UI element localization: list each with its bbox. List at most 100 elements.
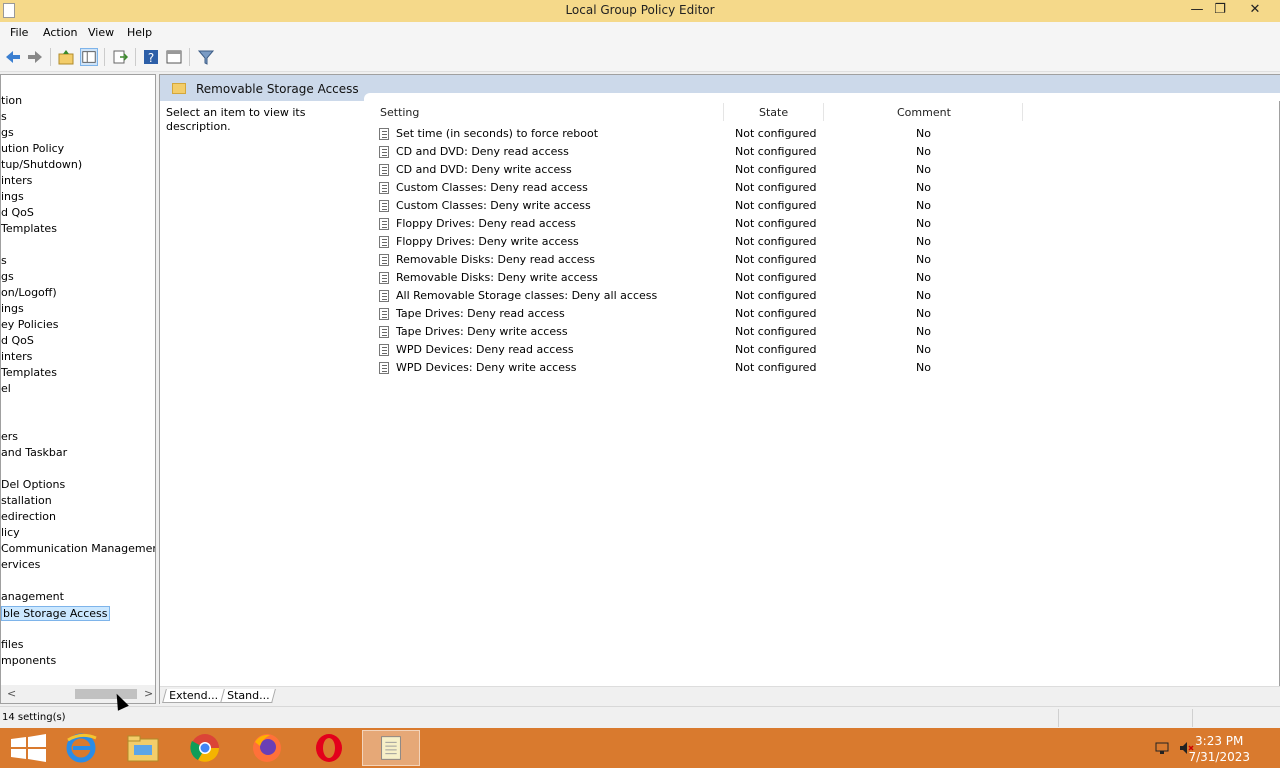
policy-setting-icon xyxy=(379,272,389,284)
tree-item[interactable]: ervices xyxy=(1,558,40,571)
tab-standard[interactable]: Stand... xyxy=(220,689,277,703)
tree-item[interactable]: ings xyxy=(1,190,24,203)
scroll-right-icon[interactable]: > xyxy=(144,687,153,700)
policy-setting-icon xyxy=(379,146,389,158)
setting-state: Not configured xyxy=(735,361,817,374)
policy-setting-icon xyxy=(379,128,389,140)
policy-setting-icon xyxy=(379,200,389,212)
tree-item[interactable]: el xyxy=(1,382,11,395)
tree-item[interactable]: on/Logoff) xyxy=(1,286,57,299)
table-row[interactable]: Tape Drives: Deny write access Not config… xyxy=(378,323,1278,341)
setting-state: Not configured xyxy=(735,307,817,320)
scroll-left-icon[interactable]: < xyxy=(7,687,16,700)
setting-state: Not configured xyxy=(735,235,817,248)
navigation-tree[interactable]: tion s gs ution Policy tup/Shutdown) inters in… xyxy=(0,74,156,704)
system-clock[interactable]: 3:23 PM 7/31/2023 xyxy=(1188,733,1250,765)
tree-item[interactable]: tup/Shutdown) xyxy=(1,158,82,171)
tree-item[interactable]: files xyxy=(1,638,23,651)
menu-file[interactable]: File xyxy=(10,26,28,39)
menu-help[interactable]: Help xyxy=(127,26,152,39)
tree-item-selected[interactable]: ble Storage Access xyxy=(1,606,110,621)
firefox-icon[interactable] xyxy=(238,730,296,766)
setting-name: CD and DVD: Deny write access xyxy=(396,163,572,176)
table-row[interactable]: Removable Disks: Deny write access Not co… xyxy=(378,269,1278,287)
setting-comment: No xyxy=(916,289,931,302)
column-header-state[interactable]: State xyxy=(759,106,788,119)
tree-item[interactable]: edirection xyxy=(1,510,56,523)
forward-arrow-icon[interactable] xyxy=(26,48,44,66)
tree-item[interactable]: inters xyxy=(1,174,32,187)
start-icon[interactable] xyxy=(0,730,58,766)
tree-item[interactable]: Communication Managemer xyxy=(1,542,155,555)
setting-state: Not configured xyxy=(735,325,817,338)
table-row[interactable]: All Removable Storage classes: Deny all … xyxy=(378,287,1278,305)
table-row[interactable]: Custom Classes: Deny write access Not con… xyxy=(378,197,1278,215)
tree-item[interactable]: ings xyxy=(1,302,24,315)
tab-extended[interactable]: Extend... xyxy=(162,689,225,703)
help-icon[interactable]: ? xyxy=(142,48,160,66)
table-row[interactable]: Custom Classes: Deny read access Not conf… xyxy=(378,179,1278,197)
tree-item[interactable]: and Taskbar xyxy=(1,446,67,459)
setting-name: Floppy Drives: Deny read access xyxy=(396,217,576,230)
table-row[interactable]: CD and DVD: Deny read access Not configur… xyxy=(378,143,1278,161)
tree-item[interactable]: anagement xyxy=(1,590,64,603)
svg-text:?: ? xyxy=(148,51,154,65)
tree-item[interactable]: licy xyxy=(1,526,20,539)
setting-name: Removable Disks: Deny read access xyxy=(396,253,596,266)
title-bar: Local Group Policy Editor — ❐ ✕ xyxy=(0,0,1280,22)
tree-horizontal-scrollbar[interactable]: < > xyxy=(1,685,155,703)
tree-item[interactable]: Templates xyxy=(1,222,57,235)
close-button[interactable]: ✕ xyxy=(1240,0,1270,22)
tree-item[interactable]: stallation xyxy=(1,494,52,507)
show-hide-tree-icon[interactable] xyxy=(80,48,98,66)
setting-name: Removable Disks: Deny write access xyxy=(396,271,598,284)
setting-state: Not configured xyxy=(735,253,817,266)
folder-header: Removable Storage Access xyxy=(160,75,1280,101)
status-bar: 14 setting(s) xyxy=(0,706,1280,728)
tree-item[interactable]: d QoS xyxy=(1,206,34,219)
tree-item[interactable]: s xyxy=(1,254,7,267)
table-row[interactable]: WPD Devices: Deny write access Not config… xyxy=(378,359,1278,377)
table-row[interactable]: Floppy Drives: Deny read access Not confi… xyxy=(378,215,1278,233)
network-icon[interactable] xyxy=(1154,740,1170,756)
policy-setting-icon xyxy=(379,326,389,338)
column-header-setting[interactable]: Setting xyxy=(380,106,419,119)
tree-item[interactable]: ers xyxy=(1,430,18,443)
filter-icon[interactable] xyxy=(197,48,215,66)
export-list-icon[interactable] xyxy=(111,48,129,66)
restore-button[interactable]: ❐ xyxy=(1205,0,1235,22)
notepad-taskbar-item[interactable] xyxy=(362,730,420,766)
setting-name: Custom Classes: Deny write access xyxy=(396,199,591,212)
internet-explorer-icon[interactable] xyxy=(52,730,110,766)
table-row[interactable]: Set time (in seconds) to force reboot Not… xyxy=(378,125,1278,143)
tree-item[interactable]: tion xyxy=(1,94,22,107)
scrollbar-thumb[interactable] xyxy=(75,689,137,699)
menu-action[interactable]: Action xyxy=(43,26,77,39)
properties-icon[interactable] xyxy=(165,48,183,66)
menu-view[interactable]: View xyxy=(88,26,114,39)
back-arrow-icon[interactable] xyxy=(4,48,22,66)
tree-item[interactable]: gs xyxy=(1,270,14,283)
table-row[interactable]: Tape Drives: Deny read access Not configu… xyxy=(378,305,1278,323)
column-header-comment[interactable]: Comment xyxy=(897,106,951,119)
tree-item[interactable]: Templates xyxy=(1,366,57,379)
tree-item[interactable]: d QoS xyxy=(1,334,34,347)
opera-icon[interactable] xyxy=(300,730,358,766)
tree-item[interactable]: ey Policies xyxy=(1,318,58,331)
chrome-icon[interactable] xyxy=(176,730,234,766)
table-row[interactable]: WPD Devices: Deny read access Not configu… xyxy=(378,341,1278,359)
tree-item[interactable]: ution Policy xyxy=(1,142,64,155)
tree-item[interactable]: Del Options xyxy=(1,478,65,491)
table-row[interactable]: Floppy Drives: Deny write access Not conf… xyxy=(378,233,1278,251)
tree-item[interactable]: s xyxy=(1,110,7,123)
table-row[interactable]: CD and DVD: Deny write access Not configu… xyxy=(378,161,1278,179)
file-explorer-icon[interactable] xyxy=(114,730,172,766)
tree-item[interactable]: inters xyxy=(1,350,32,363)
tree-item[interactable]: gs xyxy=(1,126,14,139)
table-row[interactable]: Removable Disks: Deny read access Not con… xyxy=(378,251,1278,269)
setting-name: CD and DVD: Deny read access xyxy=(396,145,569,158)
policy-setting-icon xyxy=(379,182,389,194)
up-folder-icon[interactable] xyxy=(57,48,75,66)
tree-item[interactable]: mponents xyxy=(1,654,56,667)
setting-state: Not configured xyxy=(735,145,817,158)
